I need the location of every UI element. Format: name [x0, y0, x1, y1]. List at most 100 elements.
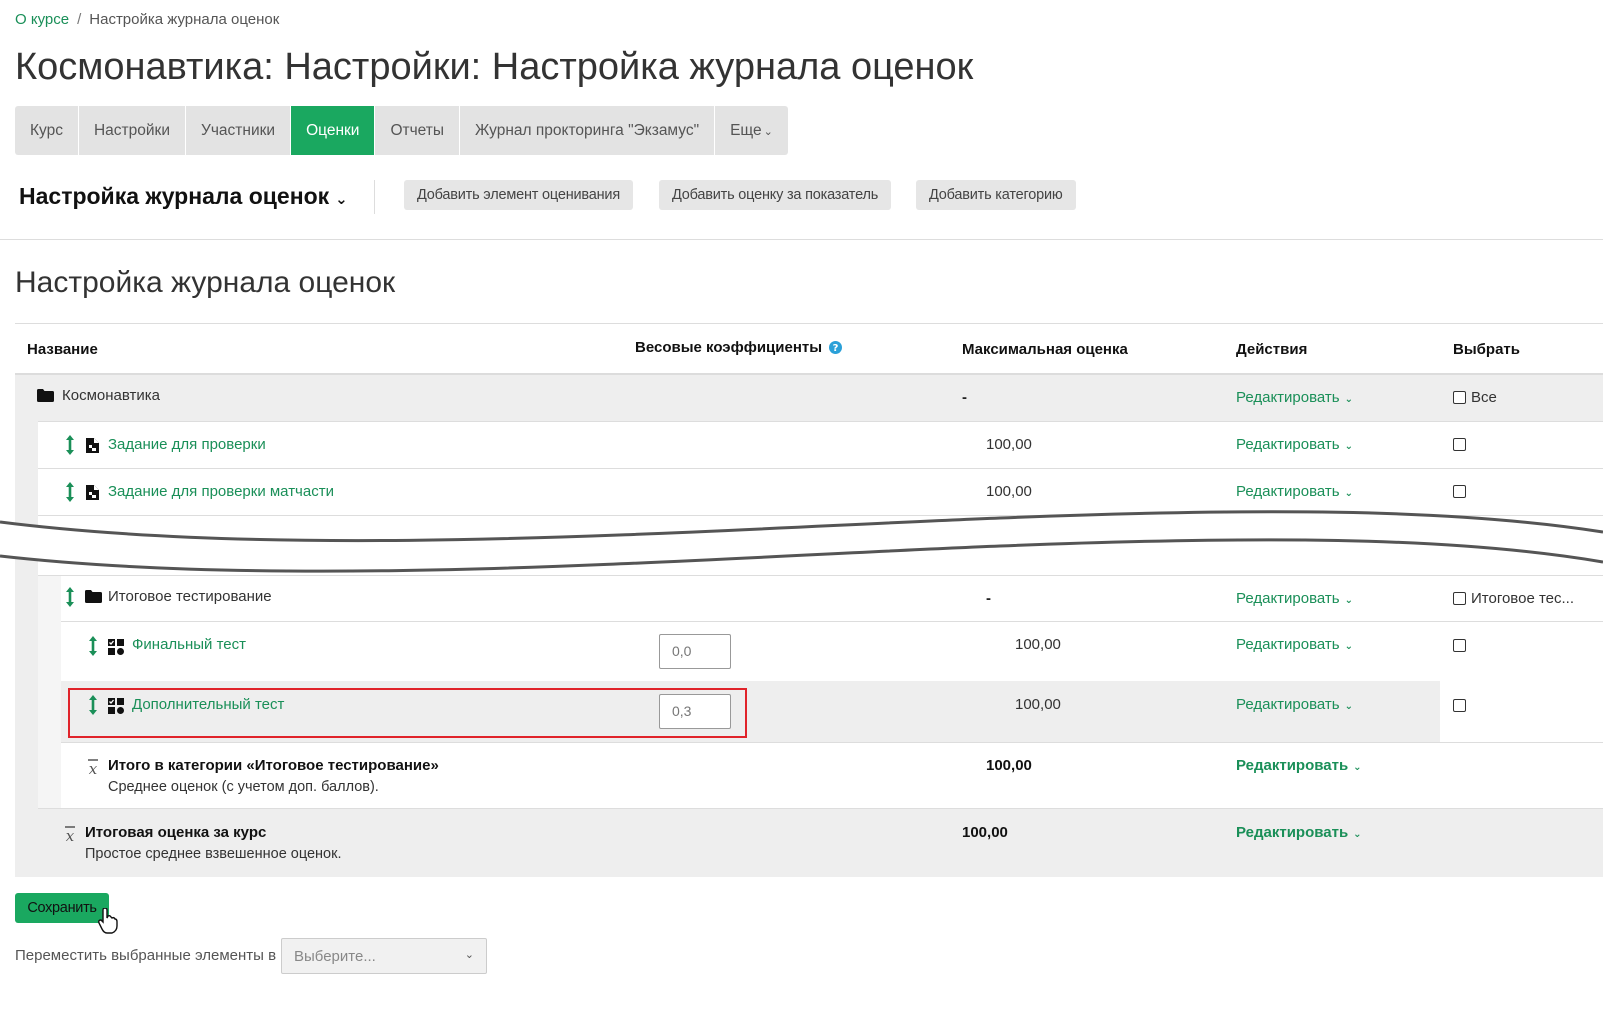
tab-more-label: Еще — [730, 122, 762, 139]
save-button[interactable]: Сохранить — [15, 893, 109, 923]
assignment-icon — [86, 438, 99, 453]
max-grade: 100,00 — [986, 483, 1032, 500]
tab-more[interactable]: Еще ⌄ — [715, 106, 788, 155]
course-total-name: Итоговая оценка за курс — [85, 824, 267, 841]
col-header-weights-label: Весовые коэффициенты — [635, 339, 823, 356]
divider — [15, 323, 1603, 324]
tab-proctoring-log[interactable]: Журнал прокторинга "Экзамус" — [460, 106, 716, 155]
edit-dropdown[interactable]: Редактировать ⌄ — [1236, 389, 1353, 406]
move-icon[interactable] — [64, 482, 76, 502]
max-grade: 100,00 — [1015, 636, 1061, 653]
max-grade: 100,00 — [986, 436, 1032, 453]
col-header-select: Выбрать — [1453, 341, 1520, 358]
breadcrumb-course-link[interactable]: О курсе — [15, 11, 69, 28]
grade-item-link[interactable]: Задание для проверки матчасти — [108, 483, 334, 500]
chevron-down-icon: ⌄ — [1353, 829, 1362, 840]
tab-settings[interactable]: Настройки — [79, 106, 186, 155]
row-border — [38, 808, 1603, 809]
svg-text:x: x — [89, 760, 98, 776]
edit-dropdown[interactable]: Редактировать ⌄ — [1236, 824, 1362, 841]
breadcrumb-separator: / — [77, 11, 82, 28]
row-border — [38, 421, 1603, 422]
chevron-down-icon: ⌄ — [1344, 488, 1354, 499]
select-all-checkbox[interactable] — [1453, 391, 1466, 404]
course-total-row-bg — [15, 809, 1603, 877]
edit-label: Редактировать — [1236, 696, 1340, 713]
max-grade: - — [986, 590, 991, 607]
section-title: Настройка журнала оценок — [15, 266, 396, 299]
sum-icon: x — [88, 759, 98, 776]
move-icon[interactable] — [64, 587, 76, 607]
divider — [0, 239, 1603, 240]
folder-icon — [85, 590, 102, 603]
sum-icon: x — [65, 826, 75, 843]
divider — [374, 180, 375, 214]
select-category-checkbox[interactable] — [1453, 592, 1466, 605]
chevron-down-icon: ⌄ — [1344, 441, 1354, 452]
chevron-down-icon: ⌄ — [1353, 762, 1362, 773]
edit-dropdown[interactable]: Редактировать ⌄ — [1236, 590, 1353, 607]
indent-bar-2 — [38, 576, 61, 809]
tab-participants[interactable]: Участники — [186, 106, 292, 155]
hand-cursor-icon — [98, 908, 118, 934]
edit-dropdown[interactable]: Редактировать ⌄ — [1236, 636, 1353, 653]
move-icon[interactable] — [64, 435, 76, 455]
grade-item-link[interactable]: Задание для проверки — [108, 436, 266, 453]
course-row-bg — [15, 375, 1603, 421]
tab-grades[interactable]: Оценки — [291, 106, 376, 155]
chevron-down-icon: ⌄ — [1344, 641, 1354, 652]
nav-tabs: Курс Настройки Участники Оценки Отчеты Ж… — [15, 106, 788, 155]
col-header-max: Максимальная оценка — [962, 341, 1128, 358]
svg-text:?: ? — [833, 343, 839, 354]
edit-label: Редактировать — [1236, 436, 1340, 453]
chevron-down-icon: ⌄ — [1344, 701, 1354, 712]
course-total-desc: Простое среднее взвешенное оценок. — [85, 846, 342, 862]
add-category-button[interactable]: Добавить категорию — [916, 180, 1076, 210]
chevron-down-icon: ⌄ — [464, 949, 474, 961]
edit-dropdown[interactable]: Редактировать ⌄ — [1236, 483, 1353, 500]
edit-label: Редактировать — [1236, 824, 1349, 841]
edit-dropdown[interactable]: Редактировать ⌄ — [1236, 436, 1353, 453]
col-header-weights: Весовые коэффициенты ? — [635, 339, 843, 356]
breadcrumb-current: Настройка журнала оценок — [89, 11, 280, 28]
grade-item-link[interactable]: Финальный тест — [132, 636, 246, 653]
select-checkbox[interactable] — [1453, 639, 1466, 652]
folder-icon — [37, 389, 54, 402]
category-name-course: Космонавтика — [62, 387, 160, 404]
add-outcome-button[interactable]: Добавить оценку за показатель — [659, 180, 892, 210]
select-checkbox[interactable] — [1453, 699, 1466, 712]
category-total-desc: Среднее оценок (с учетом доп. баллов). — [108, 779, 379, 795]
table-break-wave — [0, 510, 1603, 573]
chevron-down-icon: ⌄ — [1344, 394, 1354, 405]
edit-dropdown[interactable]: Редактировать ⌄ — [1236, 696, 1353, 713]
max-grade: 100,00 — [1015, 696, 1061, 713]
move-icon[interactable] — [87, 636, 99, 656]
svg-text:x: x — [66, 827, 75, 843]
select-checkbox[interactable] — [1453, 485, 1466, 498]
tab-reports[interactable]: Отчеты — [375, 106, 461, 155]
tab-course[interactable]: Курс — [15, 106, 79, 155]
category-name: Итоговое тестирование — [108, 588, 272, 605]
select-checkbox[interactable] — [1453, 438, 1466, 451]
help-icon[interactable]: ? — [829, 341, 843, 354]
move-selected-label: Переместить выбранные элементы в — [15, 947, 277, 964]
add-grade-item-button[interactable]: Добавить элемент оценивания — [404, 180, 633, 210]
row-border — [61, 742, 1603, 743]
edit-label: Редактировать — [1236, 757, 1349, 774]
max-grade: 100,00 — [986, 757, 1032, 774]
max-grade: - — [962, 389, 967, 406]
category-total-name: Итого в категории «Итоговое тестирование… — [108, 757, 439, 774]
move-select-placeholder: Выберите... — [294, 948, 376, 965]
page-title: Космонавтика: Настройки: Настройка журна… — [15, 46, 974, 88]
edit-dropdown[interactable]: Редактировать ⌄ — [1236, 757, 1362, 774]
gradebook-setup-title: Настройка журнала оценок — [19, 183, 330, 209]
col-header-actions: Действия — [1236, 341, 1308, 358]
breadcrumb: О курсе / Настройка журнала оценок — [15, 11, 279, 28]
chevron-down-icon: ⌄ — [335, 191, 348, 208]
edit-label: Редактировать — [1236, 483, 1340, 500]
highlight-box — [68, 688, 747, 738]
max-grade: 100,00 — [962, 824, 1008, 841]
gradebook-setup-dropdown[interactable]: Настройка журнала оценок ⌄ — [19, 183, 348, 210]
weight-input[interactable]: 0,0 — [659, 634, 731, 669]
move-destination-select[interactable]: Выберите... ⌄ — [281, 938, 487, 974]
